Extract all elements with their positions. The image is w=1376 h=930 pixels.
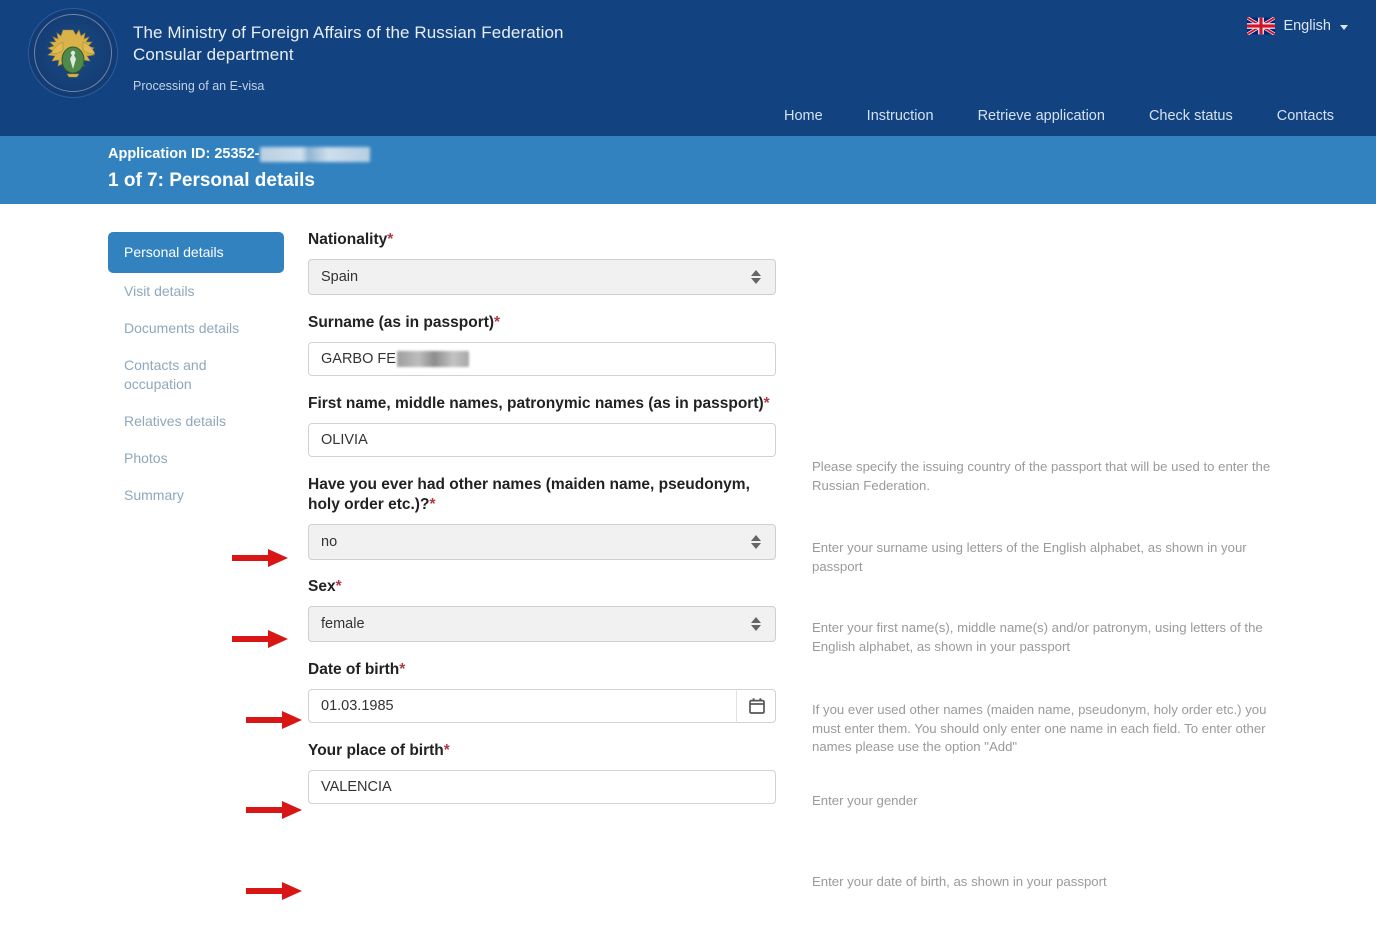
hint-nationality: Please specify the issuing country of th… xyxy=(812,459,1271,493)
application-banner: Application ID: 25352- 1 of 7: Personal … xyxy=(0,136,1376,204)
brand-block: The Ministry of Foreign Affairs of the R… xyxy=(28,8,564,98)
sidebar-label: Personal details xyxy=(124,244,224,260)
label-surname: Surname (as in passport)* xyxy=(308,314,501,331)
date-of-birth-input[interactable]: 01.03.1985 xyxy=(308,689,776,723)
required-marker: * xyxy=(387,231,394,248)
first-name-input[interactable]: OLIVIA xyxy=(308,423,776,457)
label-first-name: First name, middle names, patronymic nam… xyxy=(308,395,770,412)
required-marker: * xyxy=(494,314,501,331)
nav-item-check-status[interactable]: Check status xyxy=(1127,108,1255,124)
required-marker: * xyxy=(399,661,406,678)
sidebar-label: Documents details xyxy=(124,320,240,336)
application-id-redaction xyxy=(260,146,371,162)
russian-coat-of-arms-seal-icon xyxy=(28,8,118,98)
spinner-icon xyxy=(751,535,761,549)
red-arrow-pointer-icon xyxy=(246,882,302,900)
sidebar-label: Photos xyxy=(124,450,168,466)
label-sex: Sex* xyxy=(308,578,342,595)
uk-flag-icon xyxy=(1247,17,1276,35)
sidebar-item-personal-details[interactable]: Personal details xyxy=(108,232,284,273)
red-arrow-pointer-icon xyxy=(232,549,288,567)
field-place-of-birth: Your place of birth* VALENCIA xyxy=(308,741,776,804)
label-other-names: Have you ever had other names (maiden na… xyxy=(308,476,750,513)
red-arrow-pointer-icon xyxy=(232,630,288,648)
other-names-value: no xyxy=(321,534,338,550)
ministry-title: The Ministry of Foreign Affairs of the R… xyxy=(133,23,564,64)
required-marker: * xyxy=(335,578,342,595)
sidebar-label: Relatives details xyxy=(124,413,226,429)
spinner-icon xyxy=(751,270,761,284)
place-of-birth-input[interactable]: VALENCIA xyxy=(308,770,776,804)
label-nationality: Nationality* xyxy=(308,231,394,248)
hint-sex: Enter your gender xyxy=(812,793,918,808)
calendar-icon[interactable] xyxy=(736,689,776,723)
sidebar-label: Visit details xyxy=(124,283,195,299)
hint-surname: Enter your surname using letters of the … xyxy=(812,540,1247,574)
date-of-birth-value: 01.03.1985 xyxy=(321,698,394,714)
nationality-select[interactable]: Spain xyxy=(308,259,776,295)
sidebar-item-visit-details[interactable]: Visit details xyxy=(108,273,284,310)
sidebar-item-documents-details[interactable]: Documents details xyxy=(108,310,284,347)
step-sidebar: Personal details Visit details Documents… xyxy=(108,232,284,514)
sidebar-item-contacts-and-occupation[interactable]: Contacts and occupation xyxy=(108,347,284,403)
language-label: English xyxy=(1283,18,1331,34)
other-names-select[interactable]: no xyxy=(308,524,776,560)
field-first-name: First name, middle names, patronymic nam… xyxy=(308,394,776,457)
field-sex: Sex* female xyxy=(308,577,776,642)
red-arrow-pointer-icon xyxy=(246,801,302,819)
sex-value: female xyxy=(321,616,365,632)
nav-item-contacts[interactable]: Contacts xyxy=(1255,108,1356,124)
place-of-birth-value: VALENCIA xyxy=(321,779,392,795)
label-date-of-birth: Date of birth* xyxy=(308,661,406,678)
field-nationality: Nationality* Spain xyxy=(308,230,776,295)
nationality-value: Spain xyxy=(321,269,359,285)
sidebar-item-photos[interactable]: Photos xyxy=(108,440,284,477)
hint-first-name: Enter your first name(s), middle name(s)… xyxy=(812,620,1263,654)
field-surname: Surname (as in passport)* GARBO FE xyxy=(308,313,776,376)
nav-item-retrieve-application[interactable]: Retrieve application xyxy=(956,108,1127,124)
application-id: Application ID: 25352- xyxy=(108,146,1376,162)
sidebar-item-summary[interactable]: Summary xyxy=(108,477,284,514)
field-date-of-birth: Date of birth* 01.03.1985 xyxy=(308,660,776,723)
sidebar-item-relatives-details[interactable]: Relatives details xyxy=(108,403,284,440)
required-marker: * xyxy=(429,496,436,513)
header-subtitle: Processing of an E-visa xyxy=(133,79,265,93)
surname-input[interactable]: GARBO FE xyxy=(308,342,776,376)
sidebar-label: Summary xyxy=(124,487,184,503)
surname-redaction xyxy=(396,351,469,367)
nav-item-instruction[interactable]: Instruction xyxy=(845,108,956,124)
evisa-application-page: The Ministry of Foreign Affairs of the R… xyxy=(0,0,1376,930)
step-title: 1 of 7: Personal details xyxy=(108,170,315,191)
site-header: The Ministry of Foreign Affairs of the R… xyxy=(0,0,1376,136)
label-place-of-birth: Your place of birth* xyxy=(308,742,450,759)
personal-details-form: Nationality* Spain Surname (as in passpo… xyxy=(308,230,776,804)
nav-item-home[interactable]: Home xyxy=(762,108,845,124)
sex-select[interactable]: female xyxy=(308,606,776,642)
first-name-value: OLIVIA xyxy=(321,432,368,448)
field-other-names: Have you ever had other names (maiden na… xyxy=(308,475,776,560)
chevron-down-icon xyxy=(1340,24,1348,30)
hint-date-of-birth: Enter your date of birth, as shown in yo… xyxy=(812,874,1107,889)
application-id-label: Application ID: 25352- xyxy=(108,146,260,162)
required-marker: * xyxy=(443,742,450,759)
primary-nav: Home Instruction Retrieve application Ch… xyxy=(762,108,1356,124)
red-arrow-pointer-icon xyxy=(246,711,302,729)
surname-value: GARBO FE xyxy=(321,351,396,367)
spinner-icon xyxy=(751,617,761,631)
required-marker: * xyxy=(763,395,770,412)
language-selector[interactable]: English xyxy=(1247,17,1348,35)
sidebar-label: Contacts and occupation xyxy=(124,357,207,392)
hint-other-names: If you ever used other names (maiden nam… xyxy=(812,702,1267,754)
